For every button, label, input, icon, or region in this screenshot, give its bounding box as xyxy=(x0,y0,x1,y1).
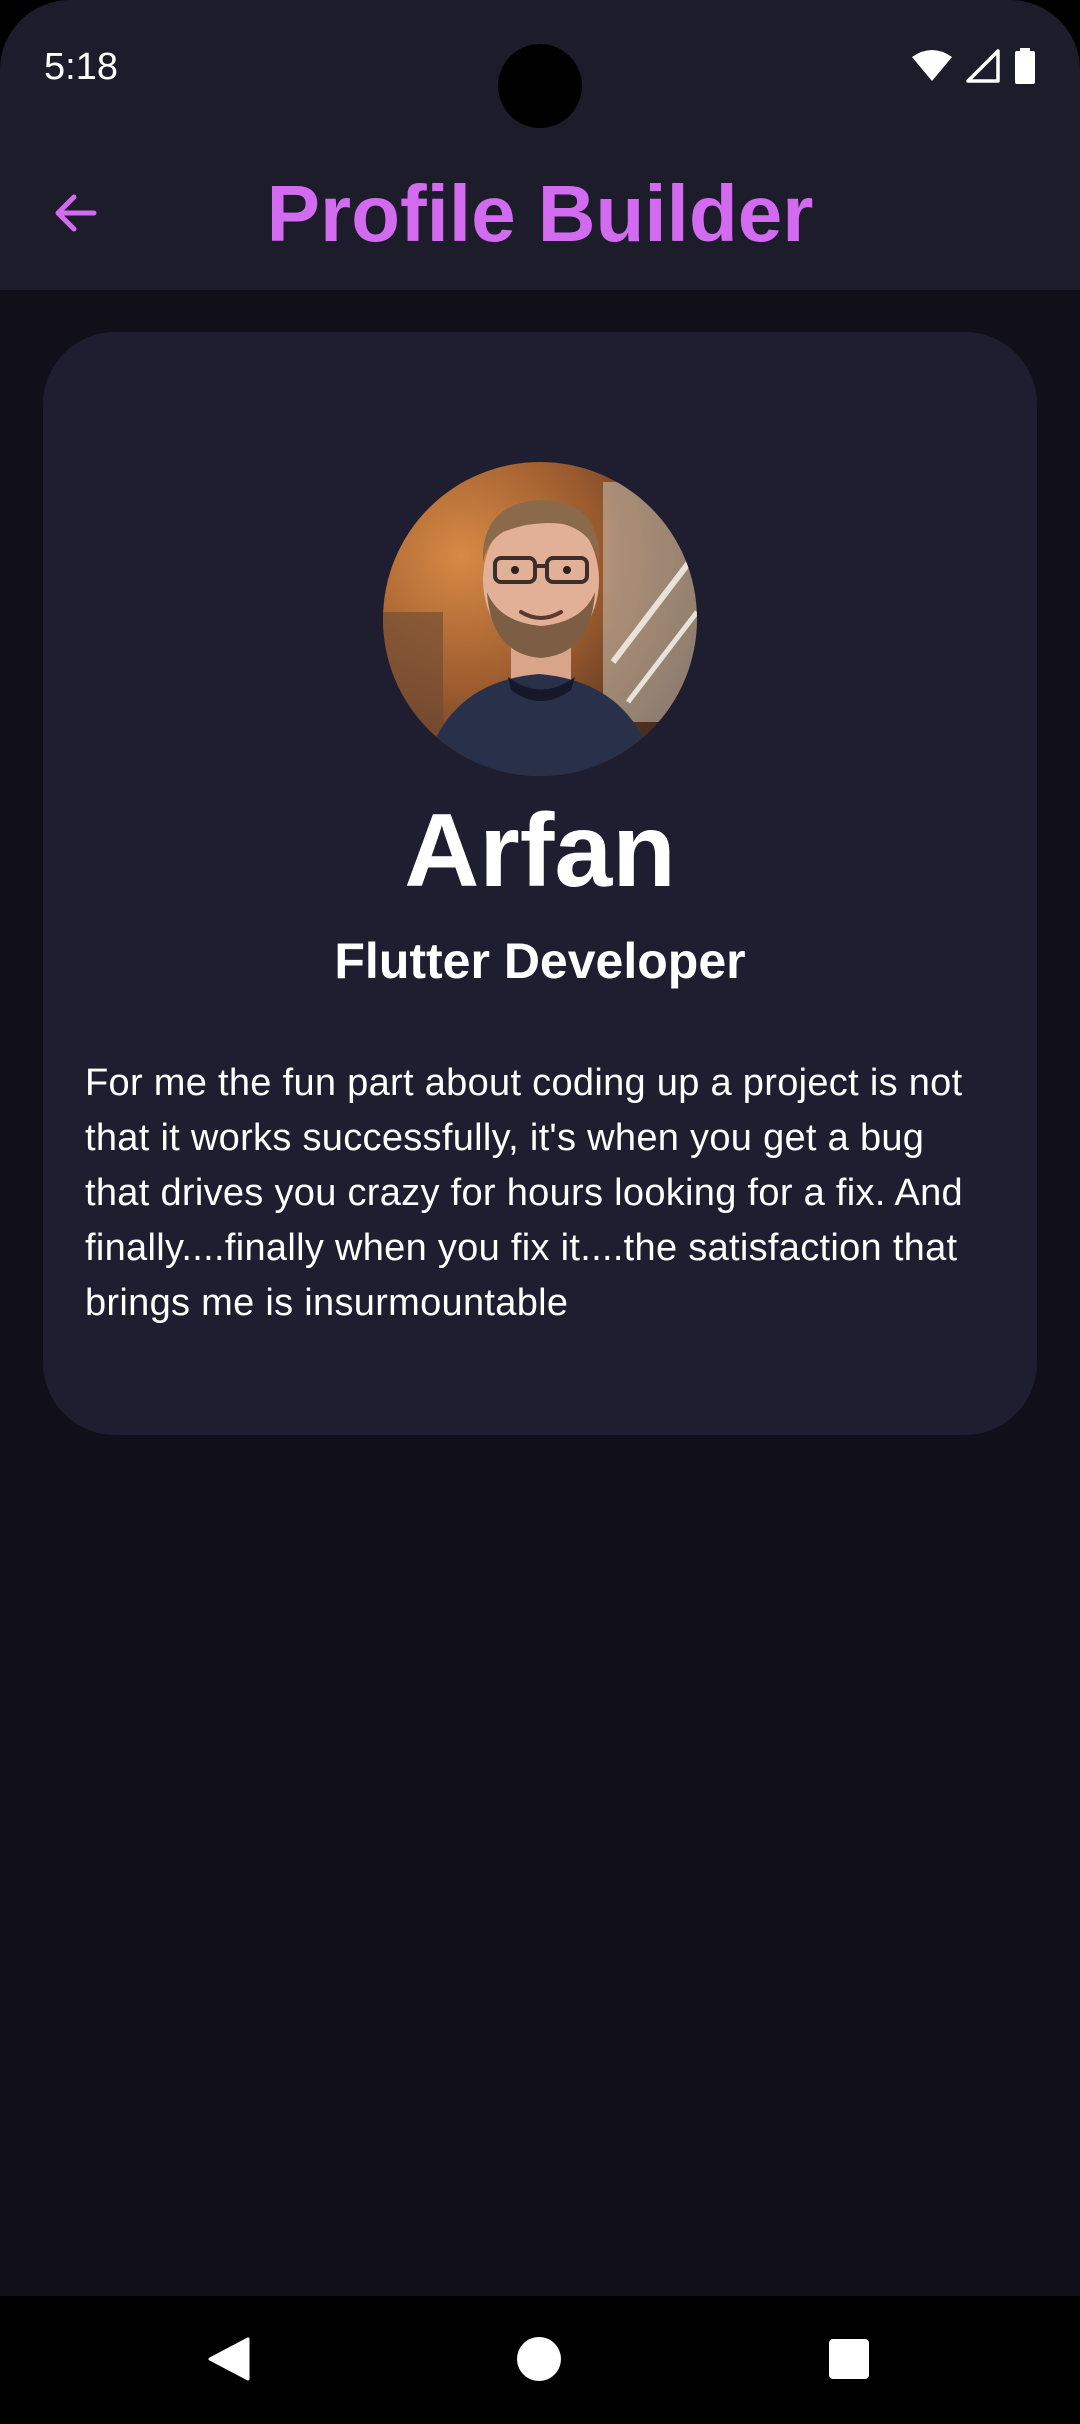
nav-back-button[interactable] xyxy=(193,2326,263,2396)
status-bar: 5:18 xyxy=(0,0,1080,140)
profile-name: Arfan xyxy=(404,793,676,909)
camera-cutout xyxy=(498,44,582,128)
home-circle-icon xyxy=(515,2335,563,2388)
page-title: Profile Builder xyxy=(266,169,814,258)
cellular-signal-icon xyxy=(966,49,1000,88)
recents-square-icon xyxy=(827,2337,871,2386)
battery-icon xyxy=(1014,48,1036,89)
nav-recents-button[interactable] xyxy=(814,2326,884,2396)
profile-card: Arfan Flutter Developer For me the fun p… xyxy=(43,332,1037,1435)
avatar xyxy=(383,462,697,776)
profile-role: Flutter Developer xyxy=(334,933,746,989)
device-screen: 5:18 Profile Builder Arfan Flutter Devel… xyxy=(0,0,1080,2424)
wifi-icon xyxy=(912,49,952,88)
profile-bio: For me the fun part about coding up a pr… xyxy=(85,1062,963,1324)
system-nav-bar xyxy=(0,2296,1080,2424)
app-bar: Profile Builder xyxy=(0,140,1080,290)
back-triangle-icon xyxy=(204,2335,252,2388)
status-time: 5:18 xyxy=(44,46,118,88)
status-icons xyxy=(912,48,1036,89)
nav-home-button[interactable] xyxy=(504,2326,574,2396)
